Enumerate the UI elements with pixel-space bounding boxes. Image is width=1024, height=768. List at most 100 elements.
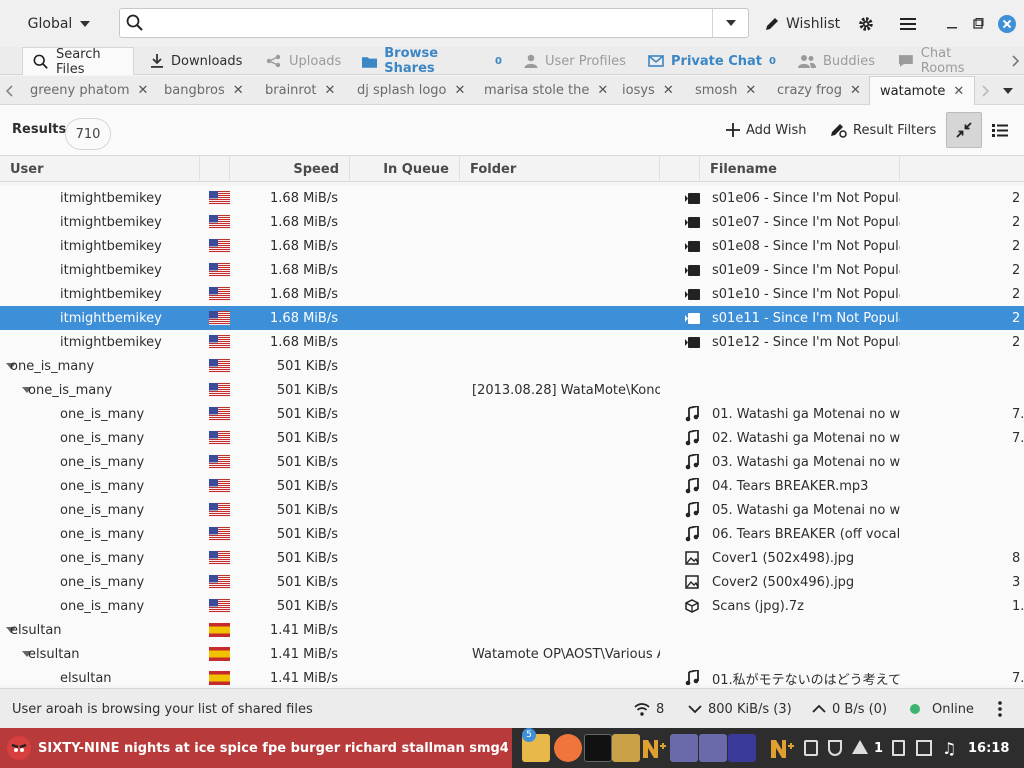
tab-search-files[interactable]: Search Files [22, 47, 134, 77]
table-row[interactable]: itmightbemikey 1.68 MiB/s s01e06 - Since I… [0, 186, 1024, 210]
app-grid-icon[interactable] [670, 734, 698, 762]
main-menu-button[interactable] [900, 0, 916, 47]
close-icon[interactable]: ✕ [455, 83, 466, 98]
table-row[interactable]: elsultan 1.41 MiB/s 01.私がモテないのはどう考えて 7. [0, 666, 1024, 685]
media-player-icon[interactable] [728, 734, 756, 762]
taskbar-active-window[interactable]: SIXTY-NINE nights at ice spice fpe burge… [0, 728, 512, 768]
table-row[interactable]: itmightbemikey 1.68 MiB/s s01e10 - Since I… [0, 282, 1024, 306]
table-row[interactable]: itmightbemikey 1.68 MiB/s s01e09 - Since I… [0, 258, 1024, 282]
upload-speed-indicator[interactable]: 0 B/s (0) [812, 689, 887, 729]
tab-buddies[interactable]: Buddies [798, 47, 878, 75]
table-row[interactable]: one_is_many 501 KiB/s Scans (jpg).7z 1. [0, 594, 1024, 618]
search-tab[interactable]: dj splash logo ✕ [357, 76, 465, 105]
column-folder[interactable]: Folder [460, 156, 660, 182]
main-tabs-scroll-right[interactable] [1008, 47, 1024, 75]
flag-us-icon [209, 191, 230, 205]
music-icon[interactable]: ♫ [942, 728, 956, 768]
battery-icon[interactable] [892, 740, 905, 756]
tab-downloads[interactable]: Downloads [150, 47, 250, 75]
terminal-icon[interactable] [584, 734, 612, 762]
download-speed-indicator[interactable]: 800 KiB/s (3) [688, 689, 792, 729]
flag-us-icon [209, 503, 230, 517]
search-tab-active[interactable]: watamote ✕ [869, 76, 976, 105]
search-input[interactable] [150, 10, 712, 36]
result-filters-button[interactable]: Result Filters [829, 117, 936, 143]
table-row[interactable]: one_is_many 501 KiB/s 03. Watashi ga Moten… [0, 450, 1024, 474]
chevron-left-icon [5, 84, 13, 97]
list-view-button[interactable] [982, 112, 1018, 148]
update-icon[interactable] [554, 734, 582, 762]
nicotine-icon[interactable] [640, 734, 668, 762]
column-filename[interactable]: Filename [700, 156, 900, 182]
table-row[interactable]: itmightbemikey 1.68 MiB/s s01e08 - Since I… [0, 234, 1024, 258]
status-menu-button[interactable] [998, 689, 1002, 729]
search-tab[interactable]: marisa stole the ✕ [484, 76, 608, 105]
chevron-down-icon [725, 20, 736, 26]
search-tab[interactable]: brainrot ✕ [265, 76, 335, 105]
search-tab[interactable]: smosh ✕ [695, 76, 756, 105]
search-tab[interactable]: greeny phatom ✕ [30, 76, 148, 105]
table-row[interactable]: one_is_many 501 KiB/s Cover2 (500x496).jpg… [0, 570, 1024, 594]
add-wish-button[interactable]: Add Wish [726, 117, 807, 143]
close-icon[interactable]: ✕ [138, 83, 149, 98]
tab-browse-shares[interactable]: Browse Shares 0 [362, 46, 502, 76]
peers-indicator[interactable]: 8 [634, 689, 664, 729]
table-row[interactable]: one_is_many 501 KiB/s Cover1 (502x498).jpg… [0, 546, 1024, 570]
preferences-button[interactable] [857, 0, 875, 47]
table-row[interactable]: itmightbemikey 1.68 MiB/s s01e07 - Since I… [0, 210, 1024, 234]
column-in-queue[interactable]: In Queue [350, 156, 460, 182]
table-row-selected[interactable]: itmightbemikey 1.68 MiB/s s01e11 - Since I… [0, 306, 1024, 330]
search-tab-label: marisa stole the [484, 83, 590, 98]
close-button[interactable] [998, 0, 1016, 47]
search-tab-label: bangbros [164, 83, 225, 98]
table-row[interactable]: one_is_many 501 KiB/s 05. Watashi ga Moten… [0, 498, 1024, 522]
table-row[interactable]: one_is_many 501 KiB/s 06. Tears BREAKER (o… [0, 522, 1024, 546]
tab-uploads[interactable]: Uploads [266, 47, 346, 75]
close-icon[interactable]: ✕ [597, 83, 608, 98]
minimize-button[interactable] [946, 0, 958, 47]
tab-chat-rooms[interactable]: Chat Rooms [898, 46, 998, 76]
connection-status[interactable]: Online [910, 689, 974, 729]
table-row[interactable]: itmightbemikey 1.68 MiB/s s01e12 - Since I… [0, 330, 1024, 354]
search-tabs-scroll-left[interactable] [0, 76, 18, 105]
column-speed[interactable]: Speed [230, 156, 350, 182]
close-icon[interactable]: ✕ [233, 83, 244, 98]
close-icon[interactable]: ✕ [850, 83, 861, 98]
search-tab-label: brainrot [265, 83, 317, 98]
table-row[interactable]: one_is_many 501 KiB/s [0, 354, 1024, 378]
search-scope-dropdown[interactable]: Global [0, 0, 118, 47]
shield-icon[interactable] [828, 740, 842, 756]
maximize-button[interactable] [972, 0, 984, 47]
table-row[interactable]: one_is_many 501 KiB/s 02. Watashi ga Moten… [0, 426, 1024, 450]
nicotine-tray-icon[interactable] [768, 734, 796, 762]
table-row[interactable]: elsultan 1.41 MiB/s [0, 618, 1024, 642]
column-file-type[interactable] [660, 156, 700, 182]
network-icon[interactable] [852, 740, 868, 754]
close-icon[interactable]: ✕ [325, 83, 336, 98]
search-history-dropdown[interactable] [712, 9, 748, 37]
table-row[interactable]: one_is_many 501 KiB/s [2013.08.28] WataMot… [0, 378, 1024, 402]
search-tabs-menu[interactable] [998, 76, 1018, 105]
tab-user-profiles[interactable]: User Profiles [524, 47, 634, 75]
lan-icon[interactable] [916, 740, 932, 756]
download-speed: 800 KiB/s (3) [708, 701, 792, 717]
table-row[interactable]: elsultan 1.41 MiB/s Watamote OP\AOST\Vario… [0, 642, 1024, 666]
search-tab[interactable]: iosys ✕ [622, 76, 674, 105]
table-row[interactable]: one_is_many 501 KiB/s 04. Tears BREAKER.mp… [0, 474, 1024, 498]
wishlist-button[interactable]: Wishlist [764, 0, 840, 47]
table-row[interactable]: one_is_many 501 KiB/s 01. Watashi ga Moten… [0, 402, 1024, 426]
close-icon[interactable]: ✕ [663, 83, 674, 98]
search-tabs-scroll-right[interactable] [978, 76, 994, 105]
close-icon[interactable]: ✕ [745, 83, 756, 98]
tab-private-chat[interactable]: Private Chat 0 [648, 47, 778, 75]
folder-icon[interactable] [612, 734, 640, 762]
app-grid-icon-2[interactable] [699, 734, 727, 762]
row-speed: 1.68 MiB/s [270, 310, 338, 326]
search-tab[interactable]: bangbros ✕ [164, 76, 244, 105]
clipboard-icon[interactable] [804, 740, 818, 756]
column-country[interactable] [200, 156, 230, 182]
close-icon[interactable]: ✕ [953, 84, 964, 99]
column-user[interactable]: User [0, 156, 200, 182]
collapse-all-button[interactable] [946, 112, 982, 148]
search-tab[interactable]: crazy frog ✕ [777, 76, 861, 105]
